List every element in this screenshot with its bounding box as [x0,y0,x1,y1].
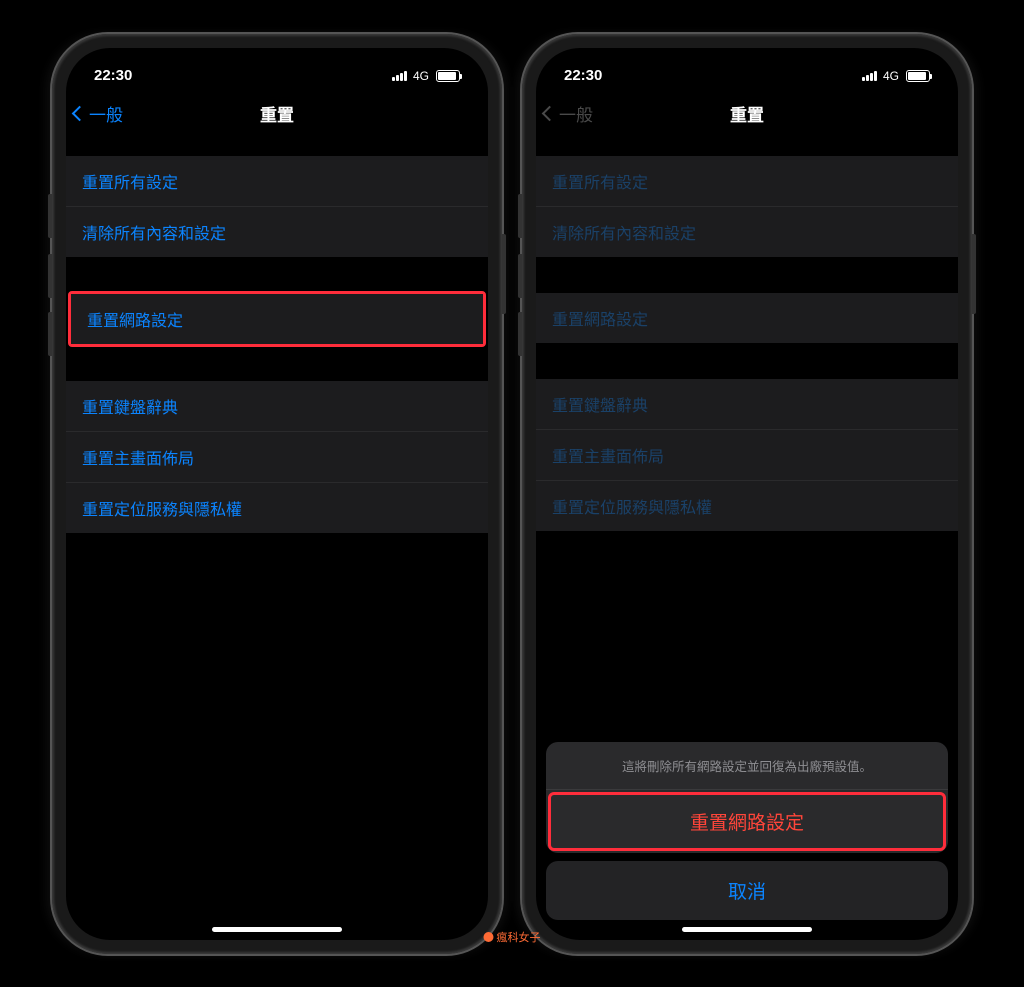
back-label: 一般 [559,101,593,126]
sheet-message: 這將刪除所有網路設定並回復為出廠預設值。 [546,742,948,790]
reset-location-privacy[interactable]: 重置定位服務與隱私權 [66,483,488,533]
home-indicator[interactable] [682,927,812,932]
home-indicator[interactable] [212,927,342,932]
signal-icon [862,71,877,81]
reset-network-settings: 重置網路設定 [536,293,958,343]
back-button[interactable]: 一般 [74,101,123,126]
erase-all-content[interactable]: 清除所有內容和設定 [66,207,488,257]
content: 重置所有設定 清除所有內容和設定 重置網路設定 重置鍵盤辭典 重置主畫面佈局 重… [536,136,958,531]
screen-right: 22:30 4G 一般 重置 重置所有設定 清除所有內容和設定 重置網路設定 [536,48,958,940]
list-group-1: 重置所有設定 清除所有內容和設定 [536,156,958,257]
content: 重置所有設定 清除所有內容和設定 重置網路設定 重置鍵盤辭典 重置主畫面佈局 重… [66,136,488,533]
nav-title: 重置 [260,101,294,126]
chevron-left-icon [72,106,88,122]
watermark: 瘋科女子 [484,929,541,945]
cancel-button[interactable]: 取消 [546,861,948,920]
back-label: 一般 [89,101,123,126]
screen-left: 22:30 4G 一般 重置 重置所有設定 清除所有內容和設定 重置網路設定 [66,48,488,940]
sheet-group: 這將刪除所有網路設定並回復為出廠預設值。 重置網路設定 [546,742,948,853]
status-time: 22:30 [564,67,602,84]
reset-home-layout: 重置主畫面佈局 [536,430,958,481]
notch [182,48,372,78]
list-group-3: 重置鍵盤辭典 重置主畫面佈局 重置定位服務與隱私權 [536,379,958,531]
chevron-left-icon [542,106,558,122]
battery-icon [906,70,930,82]
list-group-1: 重置所有設定 清除所有內容和設定 [66,156,488,257]
nav-title: 重置 [730,101,764,126]
nav-bar: 一般 重置 [536,92,958,136]
phone-frame-right: 22:30 4G 一般 重置 重置所有設定 清除所有內容和設定 重置網路設定 [522,34,972,954]
status-right: 4G [392,69,460,83]
reset-all-settings: 重置所有設定 [536,156,958,207]
reset-keyboard-dict: 重置鍵盤辭典 [536,379,958,430]
reset-all-settings[interactable]: 重置所有設定 [66,156,488,207]
erase-all-content: 清除所有內容和設定 [536,207,958,257]
battery-icon [436,70,460,82]
notch [652,48,842,78]
reset-network-settings[interactable]: 重置網路設定 [71,294,483,344]
confirm-reset-network-button[interactable]: 重置網路設定 [548,792,946,851]
back-button-dimmed: 一般 [544,101,593,126]
action-sheet: 這將刪除所有網路設定並回復為出廠預設值。 重置網路設定 取消 [546,742,948,920]
status-time: 22:30 [94,67,132,84]
reset-location-privacy: 重置定位服務與隱私權 [536,481,958,531]
list-group-2: 重置網路設定 [536,293,958,343]
status-right: 4G [862,69,930,83]
phone-frame-left: 22:30 4G 一般 重置 重置所有設定 清除所有內容和設定 重置網路設定 [52,34,502,954]
watermark-text: 瘋科女子 [497,929,541,945]
signal-icon [392,71,407,81]
nav-bar: 一般 重置 [66,92,488,136]
watermark-icon [484,932,494,942]
list-group-3: 重置鍵盤辭典 重置主畫面佈局 重置定位服務與隱私權 [66,381,488,533]
network-label: 4G [883,69,899,83]
reset-keyboard-dict[interactable]: 重置鍵盤辭典 [66,381,488,432]
highlight-reset-network: 重置網路設定 [68,291,486,347]
reset-home-layout[interactable]: 重置主畫面佈局 [66,432,488,483]
network-label: 4G [413,69,429,83]
